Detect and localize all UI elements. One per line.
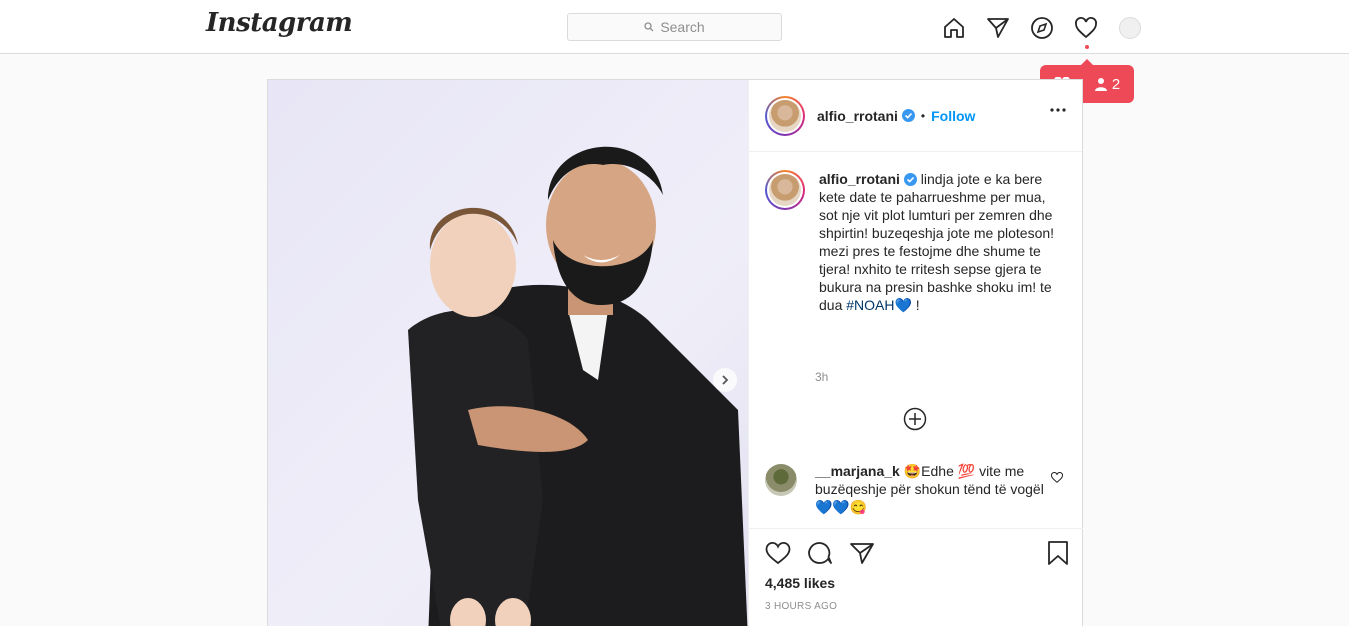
caption-body: lindja jote e ka bere kete date te pahar… — [819, 171, 1055, 313]
verified-badge-icon — [903, 173, 917, 186]
person-icon — [1094, 78, 1107, 91]
direct-icon[interactable] — [984, 14, 1012, 42]
search-placeholder: Search — [660, 19, 705, 35]
verified-badge-icon — [901, 109, 915, 122]
commenter-avatar[interactable] — [765, 464, 797, 496]
caption-timestamp[interactable]: 3h — [815, 370, 828, 384]
load-more-comments-icon[interactable] — [903, 407, 927, 431]
author-username[interactable]: alfio_rrotani — [817, 108, 898, 124]
post-sidebar: alfio_rrotani • Follow alfio_rrotani lin… — [748, 80, 1083, 626]
next-photo-button[interactable] — [713, 368, 737, 392]
followers-count: 2 — [1111, 75, 1121, 93]
post-card: alfio_rrotani • Follow alfio_rrotani lin… — [267, 79, 1083, 626]
avatar — [1119, 17, 1141, 39]
caption-username[interactable]: alfio_rrotani — [819, 171, 900, 187]
comment-icon — [808, 542, 832, 564]
caption-end: ! — [911, 297, 920, 313]
comment-item: __marjana_k 🤩Edhe 💯 vite me buzëqeshje p… — [765, 462, 1067, 516]
more-options-icon[interactable] — [1050, 108, 1066, 112]
top-navigation: Instagram Search — [0, 0, 1349, 54]
author-avatar[interactable] — [765, 95, 805, 136]
notification-dot — [1085, 45, 1089, 49]
share-button[interactable] — [849, 541, 875, 570]
comment-like-icon[interactable] — [1051, 472, 1063, 483]
search-icon — [644, 22, 654, 32]
likes-count-label[interactable]: 4,485 likes — [765, 575, 835, 591]
save-button[interactable] — [1047, 541, 1069, 570]
post-header: alfio_rrotani • Follow — [749, 80, 1082, 152]
comment-button[interactable] — [807, 541, 833, 570]
caption-text: alfio_rrotani lindja jote e ka bere kete… — [819, 170, 1067, 314]
share-icon — [850, 543, 874, 564]
followers-count-item: 2 — [1094, 76, 1120, 93]
activity-heart-icon[interactable] — [1072, 14, 1100, 42]
photo-illustration — [408, 146, 748, 626]
heart-icon — [765, 542, 791, 565]
home-icon[interactable] — [940, 14, 968, 42]
commenter-username[interactable]: __marjana_k — [815, 463, 900, 479]
follow-button[interactable]: Follow — [931, 108, 975, 124]
comment-text: __marjana_k 🤩Edhe 💯 vite me buzëqeshje p… — [815, 462, 1045, 516]
explore-icon[interactable] — [1028, 14, 1056, 42]
search-input[interactable]: Search — [567, 13, 782, 41]
post-actions: 4,485 likes 3 HOURS AGO — [749, 528, 1083, 626]
like-button[interactable] — [765, 541, 791, 570]
instagram-logo[interactable]: Instagram — [206, 8, 353, 38]
profile-avatar[interactable] — [1116, 14, 1144, 42]
post-timestamp[interactable]: 3 HOURS AGO — [765, 601, 837, 612]
post-photo[interactable] — [268, 80, 748, 626]
caption-author-avatar[interactable] — [765, 170, 805, 210]
chevron-right-icon — [722, 375, 729, 385]
bookmark-icon — [1048, 541, 1068, 565]
action-buttons — [765, 541, 891, 570]
separator-dot: • — [920, 108, 926, 123]
hashtag-link[interactable]: #NOAH💙 — [846, 297, 912, 313]
post-caption: alfio_rrotani lindja jote e ka bere kete… — [749, 170, 1083, 314]
nav-icons — [940, 14, 1160, 42]
